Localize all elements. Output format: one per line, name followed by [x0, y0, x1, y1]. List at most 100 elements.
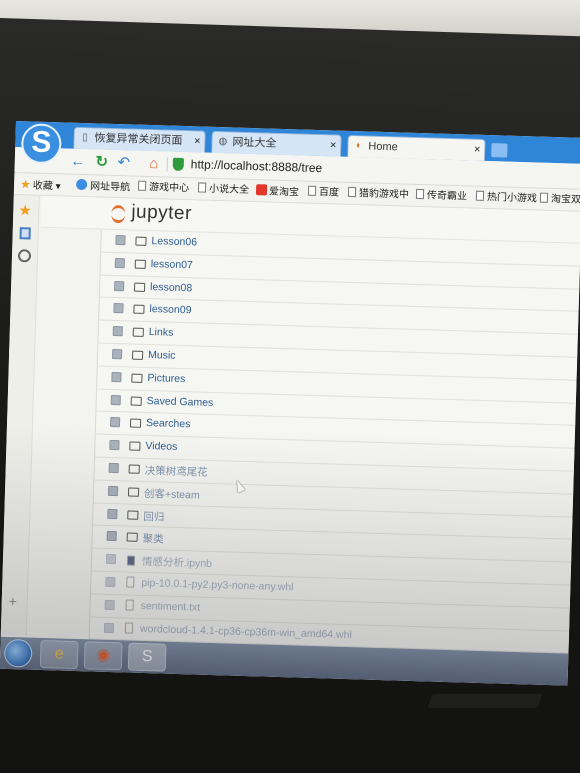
row-checkbox[interactable]	[114, 257, 125, 269]
jupyter-logo-text[interactable]: jupyter	[131, 201, 192, 225]
row-checkbox[interactable]	[111, 371, 122, 383]
fav-label: 百度	[318, 187, 340, 199]
star-icon: ★	[19, 177, 32, 192]
star-icon[interactable]: ★	[18, 201, 32, 219]
globe-icon	[75, 178, 88, 191]
page-icon: ▯	[82, 131, 88, 144]
back-arrow-icon[interactable]: ←	[69, 153, 88, 172]
row-checkbox[interactable]	[105, 554, 117, 565]
windows-start-icon[interactable]	[3, 638, 33, 668]
fav-label: 小说大全	[208, 183, 250, 196]
file-name-link[interactable]: 创客+steam	[144, 486, 200, 503]
file-name-link[interactable]: Videos	[145, 440, 177, 453]
file-name-link[interactable]: Music	[148, 349, 176, 362]
clock-icon[interactable]	[17, 249, 32, 263]
jupyter-logo-icon[interactable]	[111, 204, 126, 224]
fav-label: 猎豹游戏中	[358, 188, 410, 201]
row-checkbox[interactable]	[109, 417, 121, 428]
folder-icon	[128, 464, 140, 474]
row-checkbox[interactable]	[113, 303, 124, 314]
fav-item[interactable]: 传奇霸业	[415, 188, 467, 205]
monitor-brand-mark	[427, 694, 543, 708]
folder-icon	[130, 396, 142, 406]
globe-icon: ◍	[218, 136, 228, 148]
file-name-link[interactable]: 决策树鸢尾花	[144, 463, 207, 480]
new-tab-button[interactable]	[491, 143, 508, 158]
file-name-link[interactable]: 情感分析.ipynb	[142, 554, 212, 571]
folder-icon	[134, 282, 146, 292]
row-checkbox[interactable]	[105, 576, 116, 588]
jupyter-icon: ◐	[355, 140, 363, 152]
close-icon[interactable]: ×	[330, 135, 337, 155]
file-name-link[interactable]: Links	[149, 326, 174, 339]
fav-label: 网址导航	[89, 181, 131, 194]
sogou-browser-icon[interactable]: S	[127, 642, 167, 672]
row-checkbox[interactable]	[104, 599, 115, 610]
file-name-link[interactable]: Lesson06	[151, 235, 197, 248]
fav-item[interactable]: 网址导航	[75, 178, 131, 196]
file-icon	[125, 599, 134, 611]
favorites-button[interactable]: ★ 收藏 ▾	[20, 177, 61, 194]
folder-icon	[135, 236, 147, 246]
plus-icon[interactable]: +	[9, 593, 18, 609]
url-input[interactable]: http://localhost:8888/tree	[191, 157, 323, 175]
home-icon[interactable]: ⌂	[145, 155, 164, 174]
page-icon	[197, 182, 207, 193]
close-icon[interactable]: ×	[474, 140, 481, 160]
page-icon	[539, 192, 549, 203]
file-name-link[interactable]: Searches	[146, 417, 191, 430]
page-icon	[415, 188, 425, 200]
file-name-link[interactable]: lesson08	[150, 281, 192, 294]
fav-item[interactable]: 猎豹游戏中	[347, 186, 410, 203]
file-list: Lesson06 lesson07 lesson08 lesson09 Links Mus…	[88, 229, 580, 654]
tab-label: 恢复异常关闭页面	[94, 132, 183, 147]
row-checkbox[interactable]	[107, 485, 119, 496]
file-name-link[interactable]: 回归	[143, 509, 164, 525]
fav-label: 游戏中心	[148, 181, 190, 195]
file-name-link[interactable]: 聚类	[142, 531, 163, 547]
tab-label: 网址大全	[232, 136, 277, 150]
fav-item[interactable]: 热门小游戏	[475, 190, 538, 207]
row-checkbox[interactable]	[108, 462, 119, 474]
file-name-link[interactable]: lesson07	[151, 258, 193, 271]
file-name-link[interactable]: pip-10.0.1-py2.py3-none-any.whl	[141, 577, 293, 594]
file-name-link[interactable]: Saved Games	[147, 395, 214, 409]
row-checkbox[interactable]	[110, 394, 121, 405]
row-checkbox[interactable]	[109, 440, 120, 451]
row-checkbox[interactable]	[107, 508, 118, 519]
fav-label: 热门小游戏	[486, 192, 538, 205]
folder-icon	[131, 350, 144, 360]
folder-icon	[129, 418, 142, 429]
fav-item[interactable]: 爱淘宝	[255, 184, 299, 200]
ie-icon[interactable]: e	[39, 639, 79, 670]
fav-item[interactable]: 小说大全	[197, 182, 250, 198]
fav-label: 收藏	[32, 180, 53, 193]
document-icon[interactable]	[19, 227, 31, 240]
file-name-link[interactable]: lesson09	[149, 303, 191, 316]
page-icon	[307, 185, 317, 196]
row-checkbox[interactable]	[111, 348, 123, 360]
fav-item[interactable]: 淘宝双	[539, 192, 580, 208]
undo-icon[interactable]: ↶	[115, 154, 134, 173]
media-player-icon[interactable]: ◉	[83, 641, 123, 671]
refresh-icon[interactable]: ↻	[93, 153, 112, 172]
folder-icon	[131, 373, 143, 383]
row-checkbox[interactable]	[114, 280, 125, 291]
file-name-link[interactable]: sentiment.txt	[140, 600, 200, 614]
file-name-link[interactable]: Pictures	[147, 372, 185, 385]
folder-icon	[129, 441, 141, 452]
folder-icon	[127, 510, 139, 520]
row-checkbox[interactable]	[103, 622, 115, 633]
file-icon	[126, 576, 135, 588]
row-checkbox[interactable]	[106, 531, 117, 542]
row-checkbox[interactable]	[115, 235, 126, 246]
fav-item[interactable]: 游戏中心	[137, 180, 190, 197]
screen: ▯ 恢复异常关闭页面 × ◍ 网址大全 × ◐ Home × S ← ↻ ↶ ⌂…	[0, 121, 580, 686]
notebook-icon	[126, 555, 136, 566]
file-icon	[124, 622, 134, 634]
fav-item[interactable]: 百度	[307, 185, 340, 201]
close-icon[interactable]: ×	[194, 131, 201, 151]
row-checkbox[interactable]	[112, 326, 123, 337]
page-icon	[475, 190, 485, 201]
file-name-link[interactable]: wordcloud-1.4.1-cp36-cp36m-win_amd64.whl	[140, 622, 352, 640]
